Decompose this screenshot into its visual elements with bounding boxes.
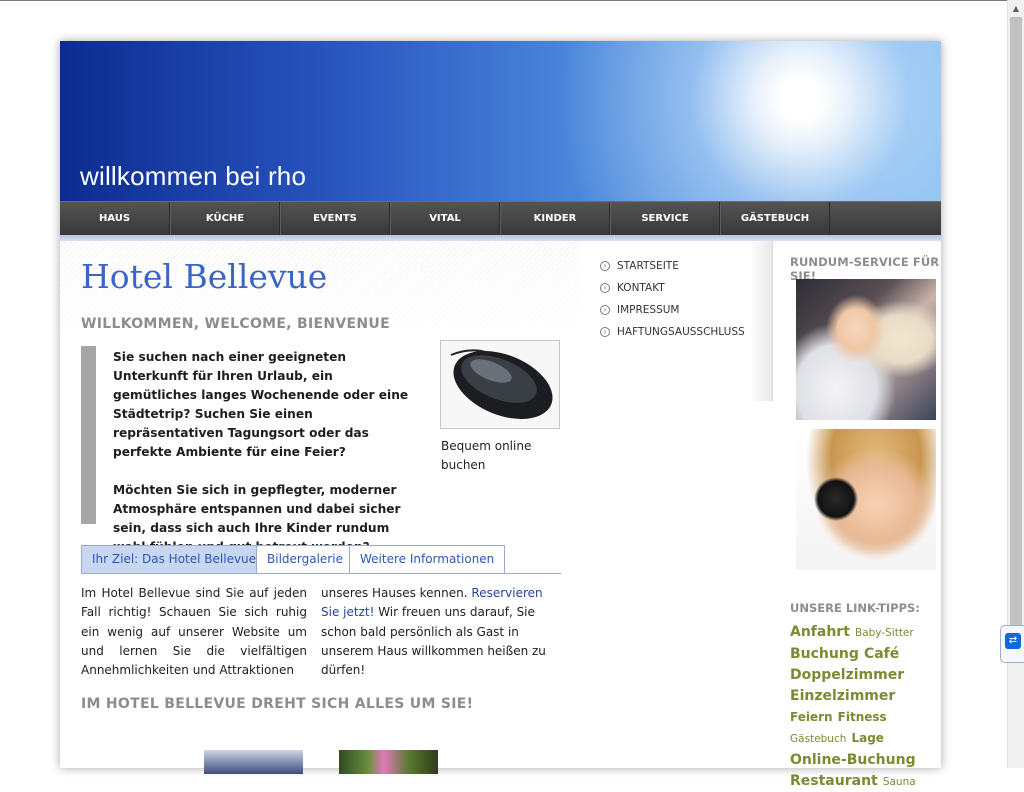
tab-weitere-informationen[interactable]: Weitere Informationen [349,545,506,573]
arrow-right-icon: › [600,261,610,271]
side-menu: › STARTSEITE › KONTAKT › IMPRESSUM › HAF… [582,241,773,401]
tab-hotel-bellevue[interactable]: Ihr Ziel: Das Hotel Bellevue [81,545,268,573]
menu-label: IMPRESSUM [617,304,680,316]
intro-text: Sie suchen nach einer geeigneten Unterku… [113,348,413,576]
computer-mouse-image[interactable] [440,340,560,429]
thumbnail-image-1[interactable] [204,750,303,774]
menu-item-startseite[interactable]: › STARTSEITE [600,255,745,277]
menu-item-haftungsausschluss[interactable]: › HAFTUNGSAUSSCHLUSS [600,321,745,343]
tag-link[interactable]: Anfahrt [790,624,850,640]
menu-label: STARTSEITE [617,260,679,272]
section-heading: IM HOTEL BELLEVUE DREHT SICH ALLES UM SI… [81,696,474,712]
tag-link[interactable]: Restaurant [790,773,878,789]
arrow-right-icon: › [600,283,610,293]
nav-item-kueche[interactable]: KÜCHE [170,202,280,235]
tab-bildergalerie[interactable]: Bildergalerie [256,545,354,573]
tag-link[interactable]: Baby-Sitter [855,627,914,639]
nav-item-gaestebuch[interactable]: GÄSTEBUCH [720,202,830,235]
link-tips-heading: UNSERE LINK-TIPPS: [790,601,920,615]
tag-link[interactable]: Gästebuch [790,733,846,745]
window-top-border [0,0,1007,1]
scroll-up-icon[interactable]: ▲ [1008,0,1024,17]
tag-link[interactable]: Fitness [838,710,887,724]
arrow-right-icon: › [600,327,610,337]
right-sidebar: RUNDUM-SERVICE FÜR SIE! UNSERE LINK-TIPP… [773,241,941,789]
tab-bar: Ihr Ziel: Das Hotel Bellevue Bildergaler… [81,545,561,574]
menu-item-impressum[interactable]: › IMPRESSUM [600,299,745,321]
remote-support-tab[interactable]: ⇄ [1000,625,1024,663]
tag-link[interactable]: Doppelzimmer [790,667,904,683]
image-caption: Bequem online buchen [441,439,532,472]
nav-item-events[interactable]: EVENTS [280,202,390,235]
tag-link[interactable]: Café [864,646,899,662]
header-banner: willkommen bei rho [60,41,941,201]
tab-content-left: Im Hotel Bellevue sind Sie auf jeden Fal… [81,586,307,678]
tag-link[interactable]: Feiern [790,710,833,724]
welcome-heading: WILLKOMMEN, WELCOME, BIENVENUE [81,316,390,332]
woman-camera-photo[interactable] [796,429,936,570]
wedding-photo[interactable] [796,279,936,420]
tag-link[interactable]: Einzelzimmer [790,688,895,704]
scroll-thumb[interactable] [1010,17,1022,657]
menu-label: KONTAKT [617,282,665,294]
thumbnail-image-2[interactable] [339,750,438,774]
page-container: willkommen bei rho HAUS KÜCHE EVENTS VIT… [60,41,941,789]
main-nav: HAUS KÜCHE EVENTS VITAL KINDER SERVICE G… [60,201,941,235]
nav-item-kinder[interactable]: KINDER [500,202,610,235]
nav-item-vital[interactable]: VITAL [390,202,500,235]
nav-item-service[interactable]: SERVICE [610,202,720,235]
nav-item-haus[interactable]: HAUS [60,202,170,235]
main-content: Hotel Bellevue WILLKOMMEN, WELCOME, BIEN… [60,241,580,774]
banner-title: willkommen bei rho [80,161,307,191]
tab-content-right: unseres Hauses kennen. Reservieren Sie j… [321,584,551,680]
tag-link[interactable]: Lage [851,731,883,745]
tag-cloud: Anfahrt Baby-Sitter Buchung Café Doppelz… [790,621,940,792]
menu-item-kontakt[interactable]: › KONTAKT [600,277,745,299]
menu-label: HAFTUNGSAUSSCHLUSS [617,326,745,338]
tag-link[interactable]: Online-Buchung [790,752,916,768]
intro-paragraph-1: Sie suchen nach einer geeigneten Unterku… [113,350,409,459]
teamviewer-icon: ⇄ [1005,633,1021,649]
page-title: Hotel Bellevue [81,257,328,296]
tag-link[interactable]: Sauna [883,776,916,788]
arrow-right-icon: › [600,305,610,315]
quote-bar [81,346,96,524]
tag-link[interactable]: Buchung [790,646,859,662]
tab-content-right-pre: unseres Hauses kennen. [321,586,472,600]
